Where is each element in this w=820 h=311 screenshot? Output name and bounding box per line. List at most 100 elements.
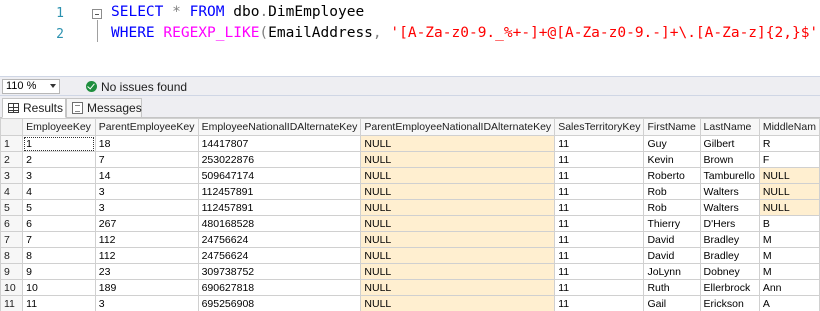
row-number[interactable]: 5: [0, 199, 24, 216]
row-number[interactable]: 7: [0, 231, 24, 248]
row-number[interactable]: 8: [0, 247, 24, 264]
grid-cell[interactable]: A: [758, 295, 820, 311]
grid-cell[interactable]: 14417807: [197, 135, 362, 152]
grid-cell[interactable]: 11: [554, 167, 645, 184]
grid-cell[interactable]: Rob: [643, 183, 701, 200]
grid-cell[interactable]: 690627818: [197, 279, 362, 296]
grid-cell[interactable]: 14: [94, 167, 199, 184]
grid-cell[interactable]: 3: [94, 295, 199, 311]
grid-cell[interactable]: 24756624: [197, 231, 362, 248]
column-header[interactable]: ParentEmployeeKey: [94, 118, 199, 136]
grid-cell[interactable]: 23: [94, 263, 199, 280]
grid-cell[interactable]: B: [758, 215, 820, 232]
row-number[interactable]: 10: [0, 279, 24, 296]
table-row[interactable]: 2 2 7 253022876 NULL 11 Kevin Brown F: [0, 151, 820, 168]
grid-cell[interactable]: NULL: [360, 135, 556, 152]
grid-cell[interactable]: 11: [554, 199, 645, 216]
grid-cell[interactable]: 10: [22, 279, 96, 296]
table-row[interactable]: 9 9 23 309738752 NULL 11 JoLynn Dobney M: [0, 263, 820, 280]
grid-cell[interactable]: NULL: [360, 231, 556, 248]
grid-cell[interactable]: Dobney: [699, 263, 760, 280]
row-number[interactable]: 6: [0, 215, 24, 232]
table-row[interactable]: 5 5 3 112457891 NULL 11 Rob Walters NULL: [0, 199, 820, 216]
column-header[interactable]: MiddleNam: [758, 118, 820, 136]
grid-cell[interactable]: 695256908: [197, 295, 362, 311]
grid-cell[interactable]: 11: [22, 295, 96, 311]
grid-cell[interactable]: Ann: [758, 279, 820, 296]
column-header[interactable]: ParentEmployeeNationalIDAlternateKey: [360, 118, 556, 136]
grid-cell[interactable]: David: [643, 231, 701, 248]
grid-cell[interactable]: 11: [554, 295, 645, 311]
grid-cell[interactable]: 509647174: [197, 167, 362, 184]
table-row[interactable]: 6 6 267 480168528 NULL 11 Thierry D'Hers B: [0, 215, 820, 232]
grid-cell[interactable]: 1: [22, 135, 96, 152]
grid-cell[interactable]: 11: [554, 183, 645, 200]
table-row[interactable]: 8 8 112 24756624 NULL 11 David Bradley M: [0, 247, 820, 264]
table-row[interactable]: 1 1 18 14417807 NULL 11 Guy Gilbert R: [0, 135, 820, 152]
grid-cell[interactable]: M: [758, 247, 820, 264]
grid-cell[interactable]: Walters: [699, 183, 760, 200]
results-table[interactable]: EmployeeKey ParentEmployeeKey EmployeeNati…: [0, 118, 820, 311]
grid-cell[interactable]: Gail: [643, 295, 701, 311]
row-number[interactable]: 9: [0, 263, 24, 280]
grid-cell[interactable]: NULL: [360, 263, 556, 280]
grid-cell[interactable]: 112: [94, 247, 199, 264]
column-header[interactable]: FirstName: [643, 118, 701, 136]
column-header[interactable]: EmployeeNationalIDAlternateKey: [197, 118, 362, 136]
grid-cell[interactable]: NULL: [360, 151, 556, 168]
chevron-down-icon[interactable]: [50, 84, 56, 88]
grid-cell[interactable]: 7: [94, 151, 199, 168]
grid-cell[interactable]: F: [758, 151, 820, 168]
row-number[interactable]: 4: [0, 183, 24, 200]
grid-cell[interactable]: NULL: [758, 199, 820, 216]
grid-cell[interactable]: Walters: [699, 199, 760, 216]
grid-cell[interactable]: NULL: [360, 279, 556, 296]
column-header[interactable]: LastName: [699, 118, 760, 136]
row-number[interactable]: 11: [0, 295, 24, 311]
column-header[interactable]: SalesTerritoryKey: [554, 118, 645, 136]
grid-cell[interactable]: D'Hers: [699, 215, 760, 232]
grid-cell[interactable]: 112457891: [197, 199, 362, 216]
grid-corner[interactable]: [0, 118, 24, 136]
grid-cell[interactable]: NULL: [360, 167, 556, 184]
grid-cell[interactable]: 11: [554, 151, 645, 168]
grid-cell[interactable]: NULL: [360, 215, 556, 232]
grid-cell[interactable]: 189: [94, 279, 199, 296]
grid-cell[interactable]: NULL: [360, 199, 556, 216]
grid-cell[interactable]: 112: [94, 231, 199, 248]
grid-cell[interactable]: 267: [94, 215, 199, 232]
table-row[interactable]: 3 3 14 509647174 NULL 11 Roberto Tamburello NULL: [0, 167, 820, 184]
grid-cell[interactable]: 309738752: [197, 263, 362, 280]
row-number[interactable]: 2: [0, 151, 24, 168]
grid-cell[interactable]: 3: [22, 167, 96, 184]
grid-cell[interactable]: Gilbert: [699, 135, 760, 152]
table-row[interactable]: 10 10 189 690627818 NULL 11 Ruth Ellerbrock Ann: [0, 279, 820, 296]
table-row[interactable]: 4 4 3 112457891 NULL 11 Rob Walters NULL: [0, 183, 820, 200]
grid-cell[interactable]: Guy: [643, 135, 701, 152]
grid-cell[interactable]: David: [643, 247, 701, 264]
grid-cell[interactable]: Roberto: [643, 167, 701, 184]
grid-cell[interactable]: M: [758, 231, 820, 248]
grid-cell[interactable]: M: [758, 263, 820, 280]
zoom-dropdown[interactable]: 110 %: [2, 79, 60, 94]
tab-results[interactable]: Results: [2, 98, 66, 118]
grid-cell[interactable]: Kevin: [643, 151, 701, 168]
results-grid[interactable]: EmployeeKey ParentEmployeeKey EmployeeNati…: [0, 118, 820, 311]
grid-cell[interactable]: NULL: [360, 183, 556, 200]
grid-cell[interactable]: 9: [22, 263, 96, 280]
grid-cell[interactable]: 11: [554, 231, 645, 248]
grid-cell[interactable]: Ellerbrock: [699, 279, 760, 296]
grid-cell[interactable]: 11: [554, 247, 645, 264]
grid-cell[interactable]: 2: [22, 151, 96, 168]
grid-cell[interactable]: 8: [22, 247, 96, 264]
grid-cell[interactable]: 3: [94, 183, 199, 200]
grid-cell[interactable]: 480168528: [197, 215, 362, 232]
grid-cell[interactable]: 5: [22, 199, 96, 216]
table-row[interactable]: 7 7 112 24756624 NULL 11 David Bradley M: [0, 231, 820, 248]
grid-cell[interactable]: Brown: [699, 151, 760, 168]
grid-cell[interactable]: JoLynn: [643, 263, 701, 280]
code-line-1[interactable]: SELECT * FROM dbo.DimEmployee: [111, 4, 364, 20]
row-number[interactable]: 3: [0, 167, 24, 184]
grid-cell[interactable]: NULL: [360, 295, 556, 311]
sql-editor[interactable]: 1 2 SELECT * FROM dbo.DimEmployee WHERE …: [0, 0, 820, 76]
